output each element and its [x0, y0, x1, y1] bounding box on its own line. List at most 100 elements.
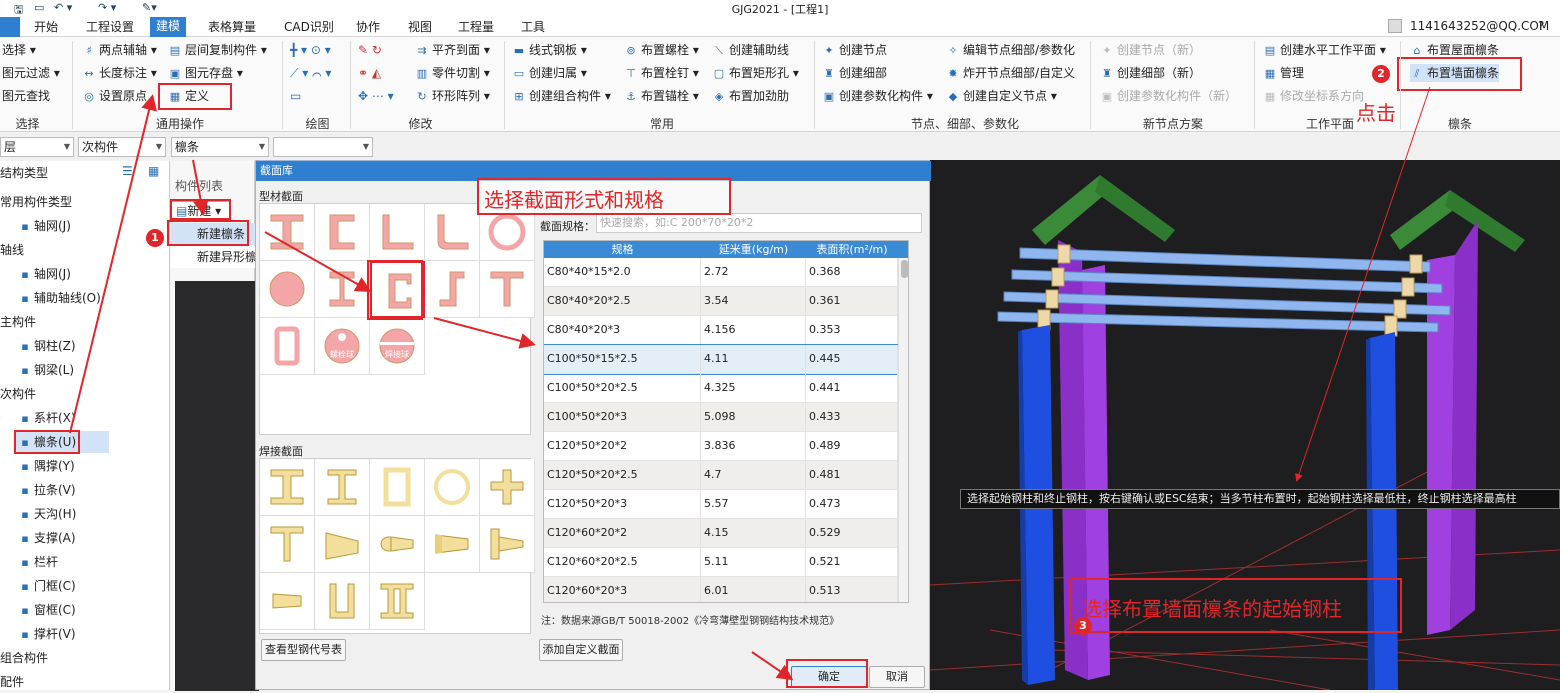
tapered-box-tile[interactable] [425, 516, 480, 573]
channel-tile[interactable] [315, 204, 370, 261]
create-node-button[interactable]: ✦ 创建节点 [822, 41, 887, 59]
tree-item[interactable]: ▪ 支撑(A) [16, 527, 75, 549]
list-view-icon[interactable]: ☰ [122, 164, 133, 178]
h-section-tile[interactable] [260, 204, 315, 261]
add-custom-section-button[interactable]: 添加自定义截面 [539, 639, 623, 661]
table-row[interactable]: C120*50*20*2.5 4.7 0.481 [544, 461, 908, 490]
stiffener-button[interactable]: ◈ 布置加劲肋 [712, 87, 789, 105]
place-stud-button[interactable]: ⊤ 布置栓钉 ▾ [624, 64, 699, 82]
create-detail-new-button[interactable]: ♜ 创建细部（新） [1100, 64, 1201, 82]
menu-table-quantity[interactable]: 表格算量 [202, 19, 262, 37]
round-angle-tile[interactable] [425, 204, 480, 261]
tapered-pipe-tile[interactable] [370, 516, 425, 573]
tree-item[interactable]: ▪ 窗框(C) [16, 599, 75, 621]
aux-line-button[interactable]: ⟍ 创建辅助线 [712, 41, 789, 59]
table-row[interactable]: C100*50*20*3 5.098 0.433 [544, 403, 908, 432]
line-plate-button[interactable]: ▬ 线式钢板 ▾ [512, 41, 587, 59]
ribbon-filter[interactable]: 图元过滤 ▾ [2, 64, 60, 82]
tree-item[interactable]: ▪ 拉条(V) [16, 479, 75, 501]
table-row[interactable]: C100*50*15*2.5 4.11 0.445 [544, 344, 908, 375]
table-row[interactable]: C120*60*20*2.5 5.11 0.521 [544, 548, 908, 577]
tree-group[interactable]: 常用构件类型 [0, 191, 72, 213]
table-row[interactable]: C120*50*20*3 5.57 0.473 [544, 490, 908, 519]
tree-group[interactable]: 次构件 [0, 383, 36, 405]
table-row[interactable]: C100*50*20*2.5 4.325 0.441 [544, 374, 908, 403]
edit-node-button[interactable]: ✧ 编辑节点细部/参数化 [946, 41, 1075, 59]
view-code-table-button[interactable]: 查看型钢代号表 [261, 639, 346, 661]
avatar[interactable] [1388, 19, 1402, 33]
tree-item[interactable]: ▪ 撑杆(V) [16, 623, 75, 645]
draw-line-icon[interactable]: ⟋ ▾ ⌒ ▾ [290, 64, 331, 82]
tree-item[interactable]: ▪ 钢梁(L) [16, 359, 74, 381]
menu-collaboration[interactable]: 协作 [350, 19, 386, 37]
welded-i-tile[interactable] [315, 459, 370, 516]
ring-array-button[interactable]: ↻ 环形阵列 ▾ [415, 87, 489, 105]
menu-modeling[interactable]: 建模 [150, 17, 187, 37]
create-param-button[interactable]: ▣ 创建参数化构件 ▾ [822, 87, 933, 105]
welded-t-tile[interactable] [260, 516, 315, 573]
tree-item[interactable]: ▪ 天沟(H) [16, 503, 76, 525]
create-workplane-button[interactable]: ▤ 创建水平工作平面 ▾ [1263, 41, 1386, 59]
menu-view[interactable]: 视图 [402, 19, 438, 37]
create-param-new-button[interactable]: ▣ 创建参数化构件（新） [1100, 87, 1237, 105]
welded-u-tile[interactable] [315, 573, 370, 630]
welded-h-tile[interactable] [260, 459, 315, 516]
tree-item[interactable]: ▪ 门框(C) [16, 575, 75, 597]
save-element-button[interactable]: ▣ 图元存盘 ▾ [168, 64, 243, 82]
table-row[interactable]: C120*60*20*2 4.15 0.529 [544, 519, 908, 548]
cancel-button[interactable]: 取消 [869, 666, 925, 688]
bolt-ball-tile[interactable]: 螺栓球 [315, 318, 370, 375]
i-beam-tile[interactable] [315, 261, 370, 318]
tapered-cylinder-tile[interactable] [260, 573, 315, 630]
search-input[interactable]: 快速搜索，如:C 200*70*20*2 [596, 213, 922, 233]
tree-group[interactable]: 组合构件 [0, 647, 48, 669]
custom-node-button[interactable]: ◆ 创建自定义节点 ▾ [946, 87, 1057, 105]
tree-item[interactable]: ▪ 钢柱(Z) [16, 335, 75, 357]
rect-tube-tile[interactable] [260, 318, 315, 375]
move-icon[interactable]: ✥ ⋯ ▾ [358, 87, 394, 105]
welded-pipe-tile[interactable] [425, 459, 480, 516]
two-point-axis-button[interactable]: ♯ 两点辅轴 ▾ [82, 41, 157, 59]
table-scrollbar[interactable] [898, 258, 908, 602]
menu-quantity[interactable]: 工程量 [452, 19, 500, 37]
tree-item[interactable]: ▪ 轴网(J) [16, 215, 71, 237]
explode-node-button[interactable]: ✸ 炸开节点细部/自定义 [946, 64, 1075, 82]
table-row[interactable]: C80*40*20*2.5 3.54 0.361 [544, 287, 908, 316]
welded-box-tile[interactable] [370, 459, 425, 516]
weld-ball-tile[interactable]: 焊接球 [370, 318, 425, 375]
mirror-icon[interactable]: ⚭ ◭ [358, 64, 381, 82]
modify-axis-button[interactable]: ▦ 修改坐标系方向 [1263, 87, 1364, 105]
sub-type-combo[interactable]: ▼ [273, 137, 373, 157]
align-face-button[interactable]: ⇉ 平齐到面 ▾ [415, 41, 489, 59]
scroll-thumb[interactable] [901, 260, 908, 278]
table-row[interactable]: C80*40*20*3 4.156 0.353 [544, 316, 908, 345]
tree-item[interactable]: ▪ 隅撑(Y) [16, 455, 74, 477]
angle-tile[interactable] [370, 204, 425, 261]
manage-button[interactable]: ▦ 管理 [1263, 64, 1304, 82]
draw-rect-icon[interactable]: ▭ [290, 87, 301, 105]
copy-floor-button[interactable]: ▤ 层间复制构件 ▾ [168, 41, 267, 59]
set-origin-button[interactable]: ◎ 设置原点 [82, 87, 147, 105]
rect-hole-button[interactable]: ▢ 布置矩形孔 ▾ [712, 64, 799, 82]
ribbon-find[interactable]: 图元查找 [2, 87, 50, 105]
tree-item[interactable]: ▪ 系杆(X) [16, 407, 75, 429]
draw-point-icon[interactable]: ╋ ▾ ⊙ ▾ [290, 41, 331, 59]
round-bar-tile[interactable] [260, 261, 315, 318]
tapered-h-tile[interactable] [315, 516, 370, 573]
tree-group[interactable]: 主构件 [0, 311, 36, 333]
menu-start[interactable]: 开始 [28, 19, 64, 37]
category-combo[interactable]: 次构件 ▼ [78, 137, 166, 157]
part-cut-button[interactable]: ▥ 零件切割 ▾ [415, 64, 490, 82]
grid-view-icon[interactable]: ▦ [148, 164, 159, 178]
brush-icon[interactable]: ✎ ↻ [358, 41, 382, 59]
z-purlin-tile[interactable] [425, 261, 480, 318]
place-anchor-button[interactable]: ⚓ 布置锚栓 ▾ [624, 87, 699, 105]
welded-cross-tile[interactable] [480, 459, 535, 516]
tree-item[interactable]: ▪ 辅助轴线(O) [16, 287, 101, 309]
create-node-new-button[interactable]: ✦ 创建节点（新） [1100, 41, 1201, 59]
tree-group[interactable]: 轴线 [0, 239, 24, 261]
place-bolt-button[interactable]: ⊚ 布置螺栓 ▾ [624, 41, 698, 59]
tree-item[interactable]: ▪ 栏杆 [16, 551, 58, 573]
menu-new-special-purlin[interactable]: 新建异形檩 [171, 246, 255, 268]
length-dimension-button[interactable]: ↔ 长度标注 ▾ [82, 64, 156, 82]
